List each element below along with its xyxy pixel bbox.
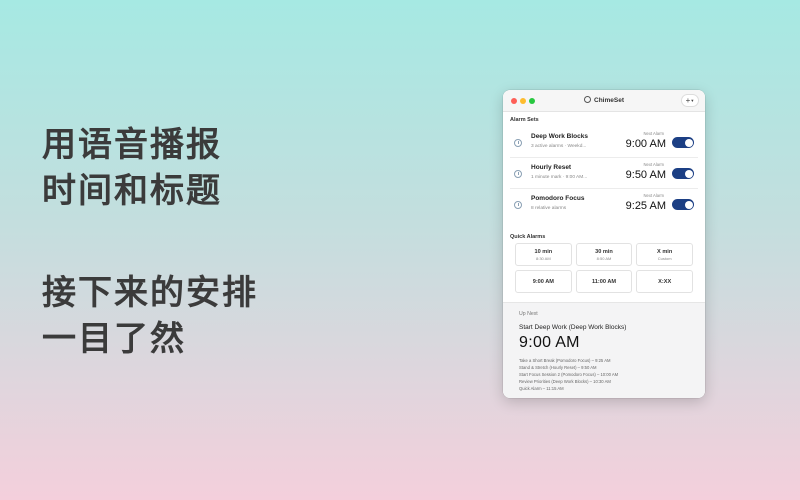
window-title: ChimeSet [503,96,705,104]
quick-alarms-grid: 10 min 8:30 AM 30 min 8:50 AM X min Cust… [515,243,693,293]
up-next-panel: Up Next Start Deep Work (Deep Work Block… [503,302,705,398]
quick-alarm-sub: Custom [657,256,672,261]
alarm-set-row[interactable]: Hourly Reset 1 minute mark · 9:00 AM... … [510,159,698,189]
alarm-set-toggle[interactable] [672,168,694,179]
up-next-time: 9:00 AM [519,334,580,351]
next-alarm-label: Next Alarm [643,162,664,167]
history-icon [514,170,522,178]
app-window: ChimeSet +▼ Alarm Sets Deep Work Blocks … [503,90,705,398]
promo-headline-2-line-2: 一目了然 [42,319,186,359]
clock-icon [514,139,522,147]
quick-alarm-label: X:XX [658,279,672,285]
chevron-down-icon: ▼ [690,98,695,103]
next-alarm-time: 9:50 AM [625,169,666,181]
alarm-set-row[interactable]: Deep Work Blocks 3 active alarms · Weekd… [510,128,698,158]
add-alarm-button[interactable]: +▼ [681,94,699,107]
list-item: Quick Alarm – 11:15 AM [519,386,564,391]
quick-alarm-11am-button[interactable]: 11:00 AM [575,270,633,293]
next-alarm-time: 9:25 AM [625,200,666,212]
next-alarm-time: 9:00 AM [625,138,666,150]
quick-alarm-label: 30 min [595,249,613,255]
quick-alarm-9am-button[interactable]: 9:00 AM [515,270,572,293]
alarm-set-name: Pomodoro Focus [531,195,585,202]
toggle-knob [684,200,693,209]
list-item: Take a Short Break (Pomodoro Focus) – 9:… [519,358,611,363]
quick-alarm-30-min-button[interactable]: 30 min 8:50 AM [575,243,633,266]
list-item: Start Focus Session 2 (Pomodoro Focus) –… [519,372,619,377]
next-alarm-label: Next Alarm [643,193,664,198]
alarm-set-row[interactable]: Pomodoro Focus 8 relative alarms Next Al… [510,190,698,220]
toggle-knob [684,169,693,178]
quick-alarm-label: 10 min [534,249,553,255]
alarm-set-toggle[interactable] [672,199,694,210]
next-alarm-label: Next Alarm [643,131,664,136]
quick-alarm-label: 11:00 AM [591,279,617,285]
quick-alarm-custom-time-button[interactable]: X:XX [636,270,693,293]
alarm-clock-icon [584,96,591,103]
alarm-set-name: Deep Work Blocks [531,133,588,140]
list-item: Stand & Stretch (Hourly Reset) – 9:50 AM [519,365,597,370]
quick-alarm-label: X min [657,249,673,255]
up-next-label: Up Next [519,311,538,317]
window-title-text: ChimeSet [594,97,624,104]
quick-alarm-sub: 8:30 AM [535,256,551,261]
alarm-set-toggle[interactable] [672,137,694,148]
title-bar: ChimeSet +▼ [503,90,705,112]
timer-icon [514,201,522,209]
alarm-set-description: 3 active alarms · Weekd... [531,144,587,149]
promo-headline-1-line-2: 时间和标题 [42,171,222,211]
quick-alarm-label: 9:00 AM [532,279,554,285]
alarm-set-name: Hourly Reset [531,164,572,171]
toggle-knob [684,138,693,147]
quick-alarm-custom-min-button[interactable]: X min Custom [636,243,693,266]
quick-alarm-10-min-button[interactable]: 10 min 8:30 AM [515,243,572,266]
alarm-set-description: 1 minute mark · 9:00 AM... [531,175,588,180]
alarm-sets-label: Alarm Sets [510,117,539,123]
promo-headline-1-line-1: 用语音播报 [42,125,222,165]
promo-headline-2-line-1: 接下来的安排 [42,273,258,313]
up-next-title: Start Deep Work (Deep Work Blocks) [519,324,627,331]
alarm-set-description: 8 relative alarms [531,206,567,211]
promo-headline-1: 用语音播报 时间和标题 [42,122,222,214]
quick-alarms-label: Quick Alarms [510,234,546,240]
promo-headline-2: 接下来的安排 一目了然 [42,270,258,362]
quick-alarm-sub: 8:50 AM [596,256,612,261]
upcoming-alarms-list: Take a Short Break (Pomodoro Focus) – 9:… [519,357,618,392]
list-item: Review Priorities (Deep Work Blocks) – 1… [519,379,611,384]
